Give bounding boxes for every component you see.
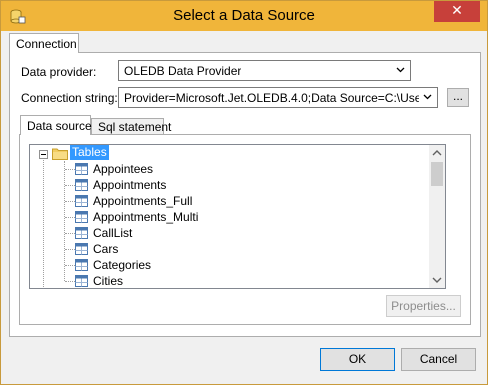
tree-item-appointees[interactable]: Appointees xyxy=(30,161,430,177)
scroll-up-icon[interactable] xyxy=(429,145,445,161)
tab-data-source-label: Data source xyxy=(27,119,92,133)
tree-root-row[interactable]: Tables xyxy=(30,145,430,161)
browse-button[interactable]: ... xyxy=(447,88,469,107)
tree-item-cities[interactable]: Cities xyxy=(30,273,430,288)
table-name: CallList xyxy=(93,226,133,240)
data-provider-select[interactable]: OLEDB Data Provider xyxy=(118,60,411,81)
tree-item-appointments-multi[interactable]: Appointments_Multi xyxy=(30,209,430,225)
tab-sql-statement[interactable]: Sql statement xyxy=(91,118,171,135)
close-icon: ✕ xyxy=(451,3,463,19)
scroll-down-icon[interactable] xyxy=(429,272,445,288)
connection-string-select[interactable]: Provider=Microsoft.Jet.OLEDB.4.0;Data So… xyxy=(118,87,438,108)
select-data-source-dialog: Select a Data Source ✕ Connection Data p… xyxy=(0,0,488,385)
close-button[interactable]: ✕ xyxy=(434,1,480,22)
table-icon xyxy=(75,259,88,271)
collapse-icon[interactable] xyxy=(39,150,48,159)
tree-item-calllist[interactable]: CallList xyxy=(30,225,430,241)
table-name: Appointments xyxy=(93,178,167,192)
table-icon xyxy=(75,179,88,191)
window-title: Select a Data Source xyxy=(173,7,315,24)
table-name: Appointees xyxy=(93,162,154,176)
tab-connection[interactable]: Connection xyxy=(9,33,79,53)
data-provider-value: OLEDB Data Provider xyxy=(124,64,242,78)
table-name: Appointments_Multi xyxy=(93,210,199,224)
table-icon xyxy=(75,275,88,287)
tree-item-categories[interactable]: Categories xyxy=(30,257,430,273)
table-icon xyxy=(75,195,88,207)
table-icon xyxy=(75,243,88,255)
tab-sql-statement-label: Sql statement xyxy=(98,120,172,134)
table-icon xyxy=(75,227,88,239)
tree-item-cars[interactable]: Cars xyxy=(30,241,430,257)
tree-scrollbar[interactable] xyxy=(429,145,445,288)
table-name: Cars xyxy=(93,242,119,256)
tree-item-appointments[interactable]: Appointments xyxy=(30,177,430,193)
properties-button[interactable]: Properties... xyxy=(386,295,461,317)
title-bar: Select a Data Source ✕ xyxy=(1,1,487,31)
tree-item-appointments-full[interactable]: Appointments_Full xyxy=(30,193,430,209)
tables-tree[interactable]: Tables Appointees Appointments Appointme… xyxy=(29,144,446,289)
tab-connection-label: Connection xyxy=(16,37,77,51)
tree-root-label: Tables xyxy=(70,145,109,160)
connection-string-value: Provider=Microsoft.Jet.OLEDB.4.0;Data So… xyxy=(124,91,419,105)
scroll-thumb[interactable] xyxy=(431,162,443,186)
table-icon xyxy=(75,211,88,223)
dropdown-arrow-icon xyxy=(423,94,432,100)
table-name: Categories xyxy=(93,258,152,272)
ok-button[interactable]: OK xyxy=(320,348,395,371)
dropdown-arrow-icon xyxy=(396,67,405,73)
table-name: Appointments_Full xyxy=(93,194,193,208)
table-name: Cities xyxy=(93,274,124,288)
tab-data-source[interactable]: Data source xyxy=(20,115,92,135)
cancel-button[interactable]: Cancel xyxy=(401,348,476,371)
folder-icon xyxy=(52,148,68,160)
table-icon xyxy=(75,163,88,175)
connection-string-label: Connection string: xyxy=(21,91,118,105)
data-provider-label: Data provider: xyxy=(21,65,97,79)
